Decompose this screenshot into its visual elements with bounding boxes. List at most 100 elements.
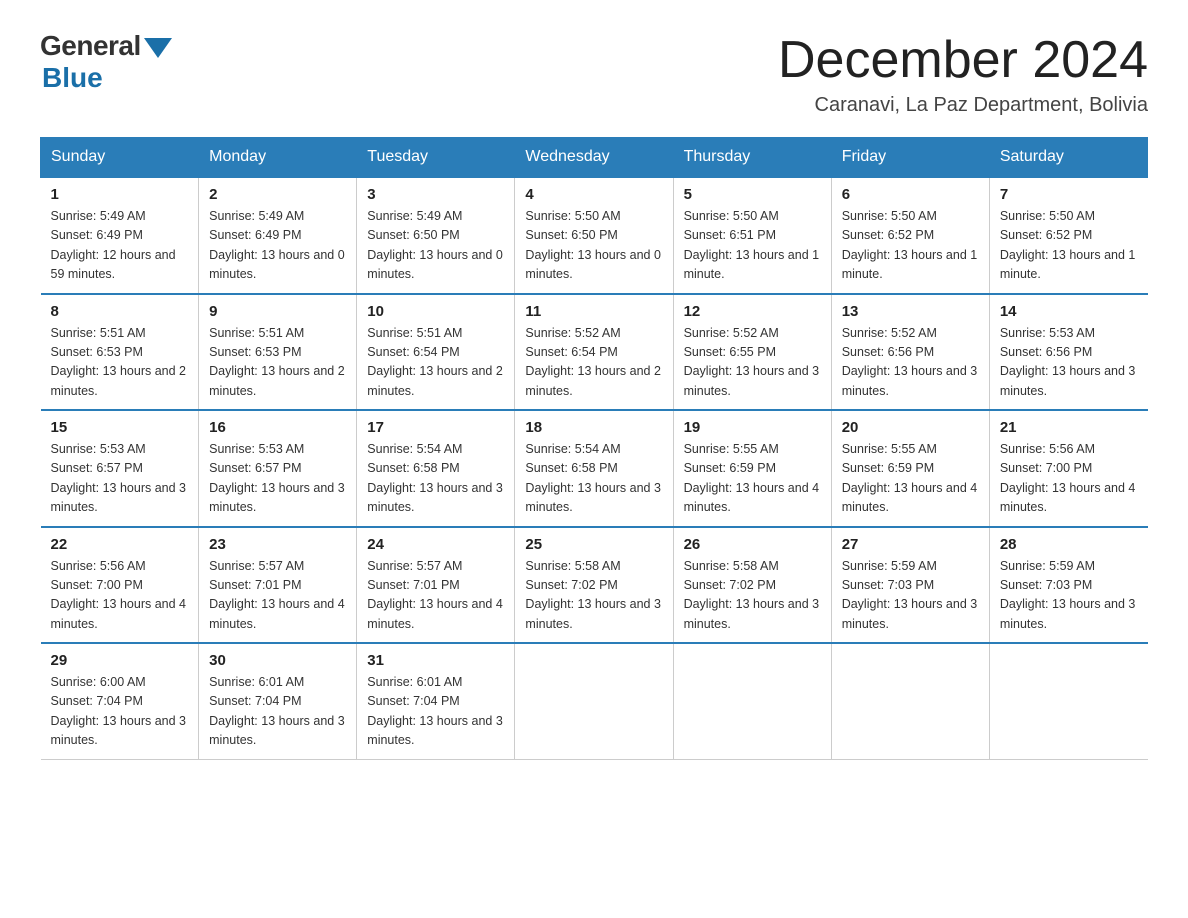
day-info: Sunrise: 5:50 AMSunset: 6:52 PMDaylight:…: [1000, 209, 1136, 281]
day-number: 18: [525, 419, 662, 436]
day-info: Sunrise: 5:55 AMSunset: 6:59 PMDaylight:…: [842, 442, 978, 514]
calendar-header: SundayMondayTuesdayWednesdayThursdayFrid…: [41, 138, 1148, 178]
page-header: General Blue December 2024 Caranavi, La …: [40, 30, 1148, 117]
calendar-cell: 24 Sunrise: 5:57 AMSunset: 7:01 PMDaylig…: [357, 527, 515, 644]
calendar-cell: 6 Sunrise: 5:50 AMSunset: 6:52 PMDayligh…: [831, 177, 989, 294]
day-info: Sunrise: 5:56 AMSunset: 7:00 PMDaylight:…: [1000, 442, 1136, 514]
day-info: Sunrise: 5:57 AMSunset: 7:01 PMDaylight:…: [209, 559, 345, 631]
calendar-cell: 4 Sunrise: 5:50 AMSunset: 6:50 PMDayligh…: [515, 177, 673, 294]
calendar-cell: 25 Sunrise: 5:58 AMSunset: 7:02 PMDaylig…: [515, 527, 673, 644]
day-number: 25: [525, 536, 662, 553]
calendar-cell: 20 Sunrise: 5:55 AMSunset: 6:59 PMDaylig…: [831, 410, 989, 527]
calendar-cell: 30 Sunrise: 6:01 AMSunset: 7:04 PMDaylig…: [199, 643, 357, 759]
day-info: Sunrise: 5:53 AMSunset: 6:57 PMDaylight:…: [51, 442, 187, 514]
calendar-week-row: 22 Sunrise: 5:56 AMSunset: 7:00 PMDaylig…: [41, 527, 1148, 644]
logo-blue-text: Blue: [42, 62, 103, 94]
day-info: Sunrise: 5:53 AMSunset: 6:57 PMDaylight:…: [209, 442, 345, 514]
day-info: Sunrise: 5:51 AMSunset: 6:53 PMDaylight:…: [209, 326, 345, 398]
day-number: 3: [367, 186, 504, 203]
header-cell-sunday: Sunday: [41, 138, 199, 178]
calendar-cell: 3 Sunrise: 5:49 AMSunset: 6:50 PMDayligh…: [357, 177, 515, 294]
logo-general-text: General: [40, 30, 141, 62]
day-number: 12: [684, 303, 821, 320]
calendar-cell: 28 Sunrise: 5:59 AMSunset: 7:03 PMDaylig…: [989, 527, 1147, 644]
day-info: Sunrise: 5:56 AMSunset: 7:00 PMDaylight:…: [51, 559, 187, 631]
logo: General Blue: [40, 30, 172, 94]
day-number: 19: [684, 419, 821, 436]
day-info: Sunrise: 5:59 AMSunset: 7:03 PMDaylight:…: [1000, 559, 1136, 631]
header-row: SundayMondayTuesdayWednesdayThursdayFrid…: [41, 138, 1148, 178]
day-info: Sunrise: 5:54 AMSunset: 6:58 PMDaylight:…: [367, 442, 503, 514]
calendar-cell: 7 Sunrise: 5:50 AMSunset: 6:52 PMDayligh…: [989, 177, 1147, 294]
day-number: 28: [1000, 536, 1138, 553]
day-number: 26: [684, 536, 821, 553]
day-info: Sunrise: 5:53 AMSunset: 6:56 PMDaylight:…: [1000, 326, 1136, 398]
calendar-cell: 14 Sunrise: 5:53 AMSunset: 6:56 PMDaylig…: [989, 294, 1147, 411]
title-section: December 2024 Caranavi, La Paz Departmen…: [778, 30, 1148, 117]
day-number: 11: [525, 303, 662, 320]
day-info: Sunrise: 6:00 AMSunset: 7:04 PMDaylight:…: [51, 675, 187, 747]
day-number: 17: [367, 419, 504, 436]
day-info: Sunrise: 5:49 AMSunset: 6:50 PMDaylight:…: [367, 209, 503, 281]
calendar-cell: 9 Sunrise: 5:51 AMSunset: 6:53 PMDayligh…: [199, 294, 357, 411]
day-number: 2: [209, 186, 346, 203]
calendar-cell: 16 Sunrise: 5:53 AMSunset: 6:57 PMDaylig…: [199, 410, 357, 527]
calendar-cell: 17 Sunrise: 5:54 AMSunset: 6:58 PMDaylig…: [357, 410, 515, 527]
calendar-cell: 11 Sunrise: 5:52 AMSunset: 6:54 PMDaylig…: [515, 294, 673, 411]
calendar-cell: 13 Sunrise: 5:52 AMSunset: 6:56 PMDaylig…: [831, 294, 989, 411]
header-cell-thursday: Thursday: [673, 138, 831, 178]
calendar-cell: 12 Sunrise: 5:52 AMSunset: 6:55 PMDaylig…: [673, 294, 831, 411]
day-number: 7: [1000, 186, 1138, 203]
calendar-cell: 1 Sunrise: 5:49 AMSunset: 6:49 PMDayligh…: [41, 177, 199, 294]
day-info: Sunrise: 5:52 AMSunset: 6:54 PMDaylight:…: [525, 326, 661, 398]
calendar-week-row: 15 Sunrise: 5:53 AMSunset: 6:57 PMDaylig…: [41, 410, 1148, 527]
calendar-cell: 29 Sunrise: 6:00 AMSunset: 7:04 PMDaylig…: [41, 643, 199, 759]
calendar-cell: 8 Sunrise: 5:51 AMSunset: 6:53 PMDayligh…: [41, 294, 199, 411]
day-number: 10: [367, 303, 504, 320]
calendar-title: December 2024: [778, 30, 1148, 90]
calendar-cell: 2 Sunrise: 5:49 AMSunset: 6:49 PMDayligh…: [199, 177, 357, 294]
day-info: Sunrise: 5:49 AMSunset: 6:49 PMDaylight:…: [51, 209, 176, 281]
day-number: 4: [525, 186, 662, 203]
calendar-cell: 31 Sunrise: 6:01 AMSunset: 7:04 PMDaylig…: [357, 643, 515, 759]
calendar-subtitle: Caranavi, La Paz Department, Bolivia: [778, 94, 1148, 117]
day-number: 21: [1000, 419, 1138, 436]
header-cell-monday: Monday: [199, 138, 357, 178]
day-info: Sunrise: 5:50 AMSunset: 6:52 PMDaylight:…: [842, 209, 978, 281]
day-number: 20: [842, 419, 979, 436]
day-number: 29: [51, 652, 189, 669]
day-number: 6: [842, 186, 979, 203]
day-info: Sunrise: 5:51 AMSunset: 6:53 PMDaylight:…: [51, 326, 187, 398]
calendar-cell: 21 Sunrise: 5:56 AMSunset: 7:00 PMDaylig…: [989, 410, 1147, 527]
header-cell-wednesday: Wednesday: [515, 138, 673, 178]
calendar-cell: [989, 643, 1147, 759]
calendar-table: SundayMondayTuesdayWednesdayThursdayFrid…: [40, 137, 1148, 760]
day-info: Sunrise: 5:58 AMSunset: 7:02 PMDaylight:…: [684, 559, 820, 631]
day-number: 24: [367, 536, 504, 553]
day-info: Sunrise: 5:59 AMSunset: 7:03 PMDaylight:…: [842, 559, 978, 631]
logo-triangle-icon: [144, 38, 172, 58]
calendar-cell: 27 Sunrise: 5:59 AMSunset: 7:03 PMDaylig…: [831, 527, 989, 644]
calendar-cell: 5 Sunrise: 5:50 AMSunset: 6:51 PMDayligh…: [673, 177, 831, 294]
day-number: 23: [209, 536, 346, 553]
header-cell-tuesday: Tuesday: [357, 138, 515, 178]
day-info: Sunrise: 5:50 AMSunset: 6:50 PMDaylight:…: [525, 209, 661, 281]
day-info: Sunrise: 5:51 AMSunset: 6:54 PMDaylight:…: [367, 326, 503, 398]
day-info: Sunrise: 6:01 AMSunset: 7:04 PMDaylight:…: [209, 675, 345, 747]
day-number: 16: [209, 419, 346, 436]
calendar-cell: 19 Sunrise: 5:55 AMSunset: 6:59 PMDaylig…: [673, 410, 831, 527]
calendar-week-row: 29 Sunrise: 6:00 AMSunset: 7:04 PMDaylig…: [41, 643, 1148, 759]
day-number: 8: [51, 303, 189, 320]
day-info: Sunrise: 5:58 AMSunset: 7:02 PMDaylight:…: [525, 559, 661, 631]
day-number: 30: [209, 652, 346, 669]
header-cell-saturday: Saturday: [989, 138, 1147, 178]
day-number: 31: [367, 652, 504, 669]
calendar-cell: 15 Sunrise: 5:53 AMSunset: 6:57 PMDaylig…: [41, 410, 199, 527]
day-info: Sunrise: 5:49 AMSunset: 6:49 PMDaylight:…: [209, 209, 345, 281]
day-number: 27: [842, 536, 979, 553]
day-info: Sunrise: 5:54 AMSunset: 6:58 PMDaylight:…: [525, 442, 661, 514]
day-info: Sunrise: 5:52 AMSunset: 6:56 PMDaylight:…: [842, 326, 978, 398]
calendar-cell: [515, 643, 673, 759]
calendar-week-row: 8 Sunrise: 5:51 AMSunset: 6:53 PMDayligh…: [41, 294, 1148, 411]
calendar-week-row: 1 Sunrise: 5:49 AMSunset: 6:49 PMDayligh…: [41, 177, 1148, 294]
